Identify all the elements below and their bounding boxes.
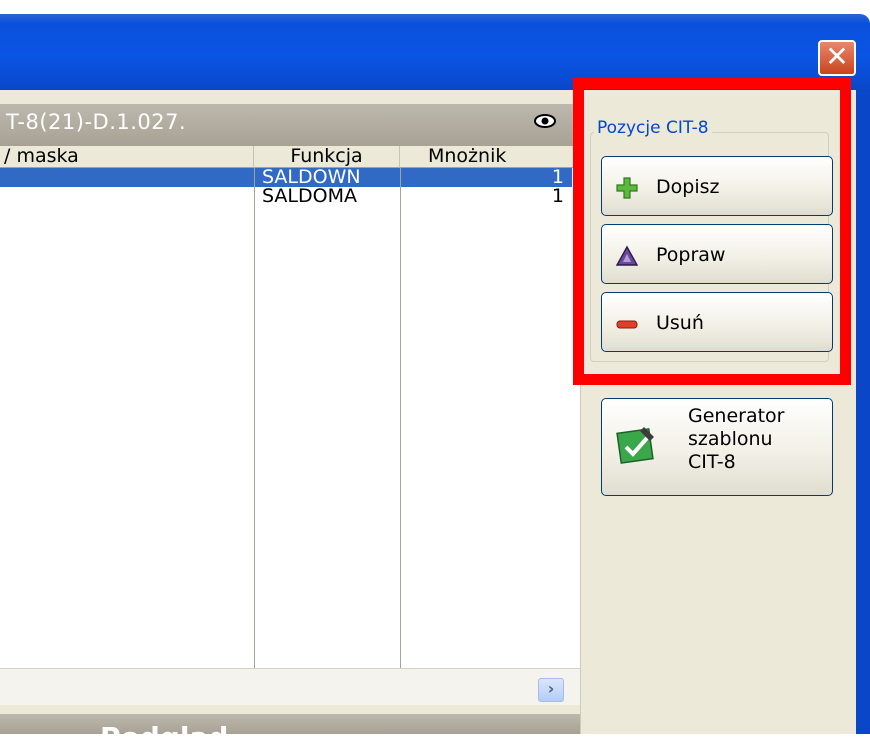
column-header-funkcja[interactable]: Funkcja <box>254 146 400 168</box>
scroll-right-button[interactable]: › <box>538 678 564 702</box>
generator-line1: Generator <box>688 405 785 427</box>
preview-title: Podglad <box>100 721 229 754</box>
generator-line2: szablonu <box>688 428 773 450</box>
table-row[interactable]: SALDOMA 1 <box>0 187 572 206</box>
close-button[interactable]: ✕ <box>818 40 856 76</box>
generator-line3: CIT-8 <box>688 451 736 473</box>
horizontal-scrollbar[interactable] <box>0 668 580 705</box>
column-header-mnoznik[interactable]: Mnożnik <box>400 146 580 168</box>
cell-mnoznik: 1 <box>551 185 564 207</box>
generator-button[interactable]: Generator szablonu CIT-8 <box>601 398 833 496</box>
preview-header <box>0 714 580 734</box>
column-header-maska[interactable]: / maska <box>0 146 254 168</box>
list-panel-title: T-8(21)-D.1.027. <box>6 110 187 134</box>
column-divider <box>400 168 401 668</box>
generator-label: Generator szablonu CIT-8 <box>688 405 828 474</box>
generator-icon <box>616 427 654 464</box>
eye-icon[interactable] <box>534 113 556 129</box>
column-divider <box>254 168 255 668</box>
window-frame-right <box>856 90 870 734</box>
highlight-box <box>573 78 851 385</box>
cell-funkcja: SALDOMA <box>262 185 357 207</box>
positions-list[interactable] <box>0 168 580 668</box>
